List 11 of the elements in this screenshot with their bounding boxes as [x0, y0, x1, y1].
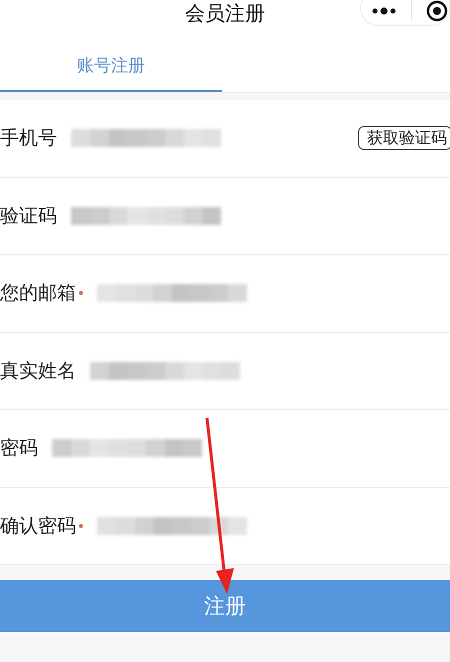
field-label: 手机号	[0, 126, 57, 152]
field-label: 确认密码	[0, 514, 76, 539]
field-label: 您的邮箱	[0, 281, 76, 306]
register-button[interactable]: 注册	[0, 580, 450, 632]
field-label: 真实姓名	[0, 358, 76, 384]
field-label: 密码	[0, 436, 38, 462]
field-label: 验证码	[0, 204, 57, 229]
more-icon[interactable]	[371, 7, 397, 15]
menu-capsule[interactable]	[360, 0, 450, 26]
window-title: 会员注册	[185, 0, 265, 26]
get-code-button[interactable]: 获取验证码	[358, 126, 450, 150]
